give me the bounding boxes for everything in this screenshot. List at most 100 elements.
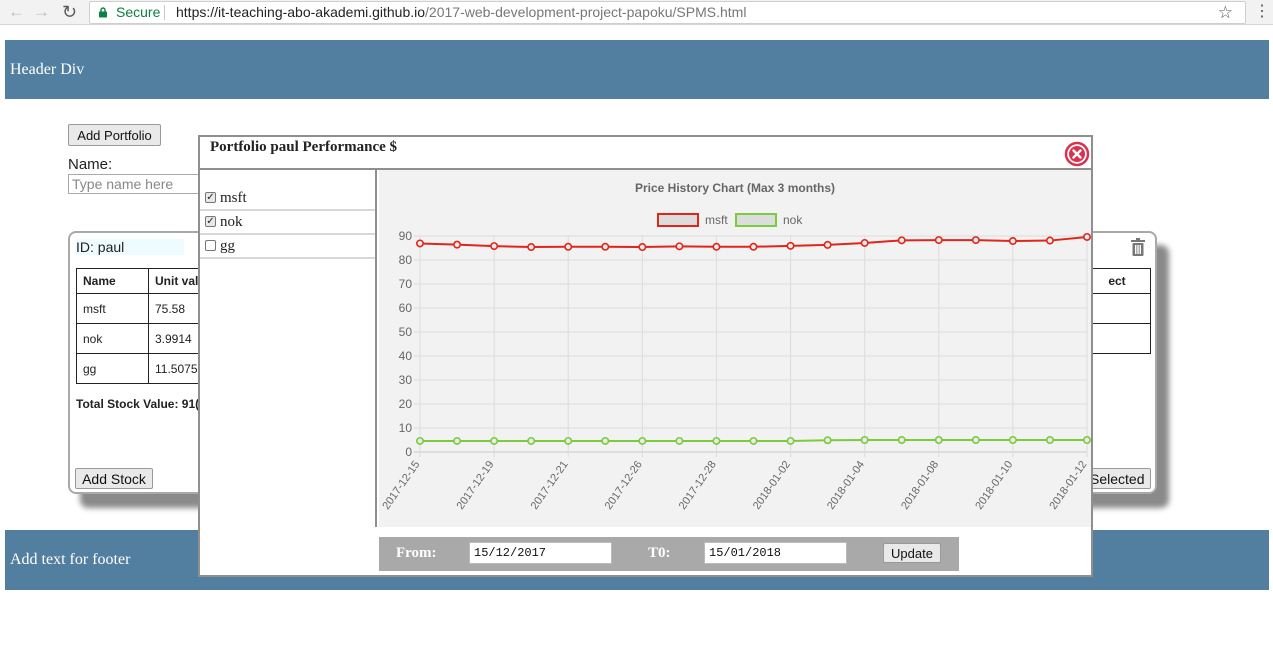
x-tick-label: 2017-12-15 [380, 459, 422, 512]
add-portfolio-button[interactable]: Add Portfolio [68, 124, 161, 146]
data-point-nok [749, 436, 758, 445]
data-point-nok [675, 436, 684, 445]
stock-table-header: Name Unit val [76, 268, 209, 294]
data-point-msft [1045, 236, 1054, 245]
date-range-bar: From: 15/12/2017 T0: 15/01/2018 Update [379, 537, 959, 571]
data-point-msft [638, 243, 647, 252]
to-date-input[interactable]: 15/01/2018 [704, 542, 847, 564]
bookmark-star-icon[interactable]: ☆ [1218, 2, 1233, 23]
page-header: Header Div [5, 40, 1269, 99]
chart-title: Price History Chart (Max 3 months) [635, 181, 835, 195]
url-host: https://it-teaching-abo-akademi.github.i… [176, 4, 426, 20]
reload-icon[interactable]: ↻ [62, 2, 77, 22]
x-tick-label: 2018-01-10 [973, 459, 1015, 512]
legend-label-nok: nok [783, 213, 803, 227]
portfolio-id-label: ID: paul [76, 239, 185, 255]
name-label: Name: [68, 156, 113, 173]
kebab-menu-icon[interactable]: ⋮ [1254, 2, 1270, 22]
url-text: https://it-teaching-abo-akademi.github.i… [176, 2, 746, 23]
x-tick-label: 2017-12-28 [677, 459, 719, 512]
data-point-msft [1008, 237, 1017, 246]
data-point-msft [527, 243, 536, 252]
data-point-nok [897, 435, 906, 444]
data-point-msft [601, 242, 610, 251]
data-point-msft [712, 242, 721, 251]
checkbox-label-gg: gg [220, 238, 235, 254]
url-path: /2017-web-development-project-papoku/SPM… [425, 4, 747, 20]
column-header-select: ect [1083, 268, 1151, 294]
data-point-nok [453, 436, 462, 445]
legend-swatch-msft [657, 213, 699, 227]
stock-name: nok [76, 323, 149, 354]
data-point-msft [675, 242, 684, 251]
y-tick-label: 50 [399, 325, 413, 339]
to-label: T0: [648, 545, 671, 561]
y-tick-label: 40 [399, 349, 413, 363]
data-point-nok [415, 436, 424, 445]
checkbox-msft[interactable]: ✓ [205, 192, 216, 203]
select-cell[interactable] [1083, 293, 1151, 324]
x-tick-label: 2018-01-12 [1047, 459, 1089, 512]
stock-checkbox-row-nok[interactable]: ✓ nok [200, 211, 375, 235]
address-separator [164, 5, 165, 20]
stock-table: Name Unit val msft 75.58 nok 3.9914 gg 1… [76, 268, 209, 384]
data-point-msft [453, 240, 462, 249]
chart-svg: Price History Chart (Max 3 months) msft no… [380, 181, 1091, 512]
browser-toolbar: ← → ↻ Secure https://it-teaching-abo-aka… [0, 0, 1273, 25]
close-icon[interactable] [1064, 141, 1090, 167]
data-point-msft [897, 236, 906, 245]
y-tick-label: 0 [405, 445, 412, 459]
forward-arrow-icon[interactable]: → [33, 2, 50, 22]
lock-icon [99, 7, 107, 18]
checkbox-label-msft: msft [220, 190, 247, 206]
x-tick-label: 2018-01-04 [825, 459, 867, 512]
y-tick-label: 70 [399, 277, 413, 291]
data-point-nok [860, 435, 869, 444]
select-cell[interactable] [1083, 323, 1151, 354]
checkbox-gg[interactable] [205, 240, 216, 251]
stock-selector: ✓ msft ✓ nok gg [200, 170, 377, 527]
table-row: msft 75.58 [76, 293, 209, 324]
data-point-nok [786, 436, 795, 445]
from-date-input[interactable]: 15/12/2017 [469, 542, 612, 564]
table-row: gg 11.5075 [76, 353, 209, 384]
back-arrow-icon[interactable]: ← [8, 2, 25, 22]
modal-title: Portfolio paul Performance $ [210, 139, 398, 155]
price-history-chart: Price History Chart (Max 3 months) msft no… [379, 170, 1091, 527]
add-stock-button[interactable]: Add Stock [75, 468, 153, 489]
data-point-msft [1082, 232, 1091, 241]
stock-checkbox-row-msft[interactable]: ✓ msft [200, 187, 375, 211]
checkbox-label-nok: nok [220, 214, 243, 230]
data-point-nok [1008, 435, 1017, 444]
x-tick-label: 2017-12-19 [454, 459, 496, 512]
secure-label: Secure [116, 4, 161, 20]
data-point-nok [564, 436, 573, 445]
data-point-nok [1082, 435, 1091, 444]
stock-name: msft [76, 293, 149, 324]
total-stock-value: Total Stock Value: 91( [76, 397, 200, 411]
data-point-msft [860, 238, 869, 247]
stock-checkbox-row-gg[interactable]: gg [200, 235, 375, 259]
data-point-msft [490, 242, 499, 251]
data-point-nok [823, 436, 832, 445]
data-point-msft [971, 236, 980, 245]
remove-selected-button[interactable]: Selected [1089, 468, 1151, 489]
y-tick-label: 20 [399, 397, 413, 411]
trash-icon[interactable] [1130, 238, 1146, 256]
x-tick-label: 2018-01-02 [751, 459, 793, 512]
data-point-msft [564, 242, 573, 251]
name-input[interactable] [68, 174, 208, 194]
x-tick-label: 2017-12-26 [603, 459, 645, 512]
stock-name: gg [76, 353, 149, 384]
legend-label-msft: msft [705, 213, 728, 227]
data-point-nok [1045, 435, 1054, 444]
y-tick-label: 80 [399, 253, 413, 267]
address-bar[interactable]: Secure https://it-teaching-abo-akademi.g… [89, 1, 1246, 24]
select-column-table: ect [1083, 268, 1151, 354]
y-tick-label: 90 [399, 229, 413, 243]
data-point-nok [527, 436, 536, 445]
update-button[interactable]: Update [883, 543, 941, 563]
checkbox-nok[interactable]: ✓ [205, 216, 216, 227]
x-tick-label: 2018-01-08 [899, 459, 941, 512]
performance-modal: Portfolio paul Performance $ ✓ msft ✓ no… [198, 135, 1093, 577]
